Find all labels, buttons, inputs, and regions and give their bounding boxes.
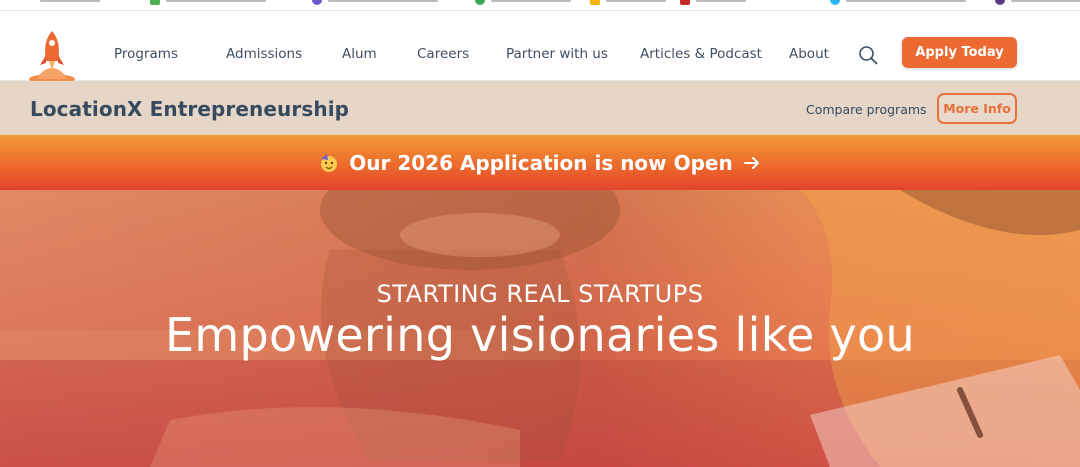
nav-alum[interactable]: Alum bbox=[342, 46, 377, 62]
application-announcement-banner[interactable]: Our 2026 Application is now Open bbox=[0, 135, 1080, 190]
search-icon[interactable] bbox=[858, 45, 878, 65]
hero-title: Empowering visionaries like you bbox=[165, 308, 915, 362]
bookmark-item[interactable] bbox=[150, 0, 266, 6]
program-subnav: LocationX Entrepreneurship Compare progr… bbox=[0, 81, 1080, 135]
nav-careers[interactable]: Careers bbox=[417, 46, 469, 62]
party-face-emoji-icon bbox=[321, 153, 338, 172]
bookmark-item[interactable] bbox=[312, 0, 438, 6]
rocket-logo-icon[interactable] bbox=[28, 29, 76, 83]
bookmark-item[interactable] bbox=[995, 0, 1080, 6]
main-nav: Programs Admissions Alum Careers Partner… bbox=[0, 11, 1080, 83]
arrow-right-icon[interactable] bbox=[743, 154, 761, 172]
announcement-text[interactable]: Our 2026 Application is now Open bbox=[349, 151, 733, 175]
nav-articles-podcast[interactable]: Articles & Podcast bbox=[640, 46, 762, 62]
bookmark-item[interactable] bbox=[590, 0, 666, 6]
bookmarks-bar bbox=[0, 0, 1080, 11]
more-info-button[interactable]: More Info bbox=[937, 93, 1017, 124]
bookmark-item[interactable] bbox=[680, 0, 746, 6]
nav-about[interactable]: About bbox=[789, 46, 829, 62]
bookmark-item[interactable] bbox=[475, 0, 571, 6]
nav-partner[interactable]: Partner with us bbox=[506, 46, 608, 62]
bookmark-item[interactable] bbox=[40, 0, 100, 6]
compare-programs-link[interactable]: Compare programs bbox=[806, 102, 927, 117]
bookmark-item[interactable] bbox=[830, 0, 966, 6]
hero-section: STARTING REAL STARTUPS Empowering vision… bbox=[0, 190, 1080, 467]
hero-kicker: STARTING REAL STARTUPS bbox=[376, 280, 704, 308]
apply-today-button[interactable]: Apply Today bbox=[902, 37, 1017, 68]
program-title: LocationX Entrepreneurship bbox=[30, 97, 350, 121]
nav-admissions[interactable]: Admissions bbox=[226, 46, 302, 62]
nav-programs[interactable]: Programs bbox=[114, 46, 178, 62]
